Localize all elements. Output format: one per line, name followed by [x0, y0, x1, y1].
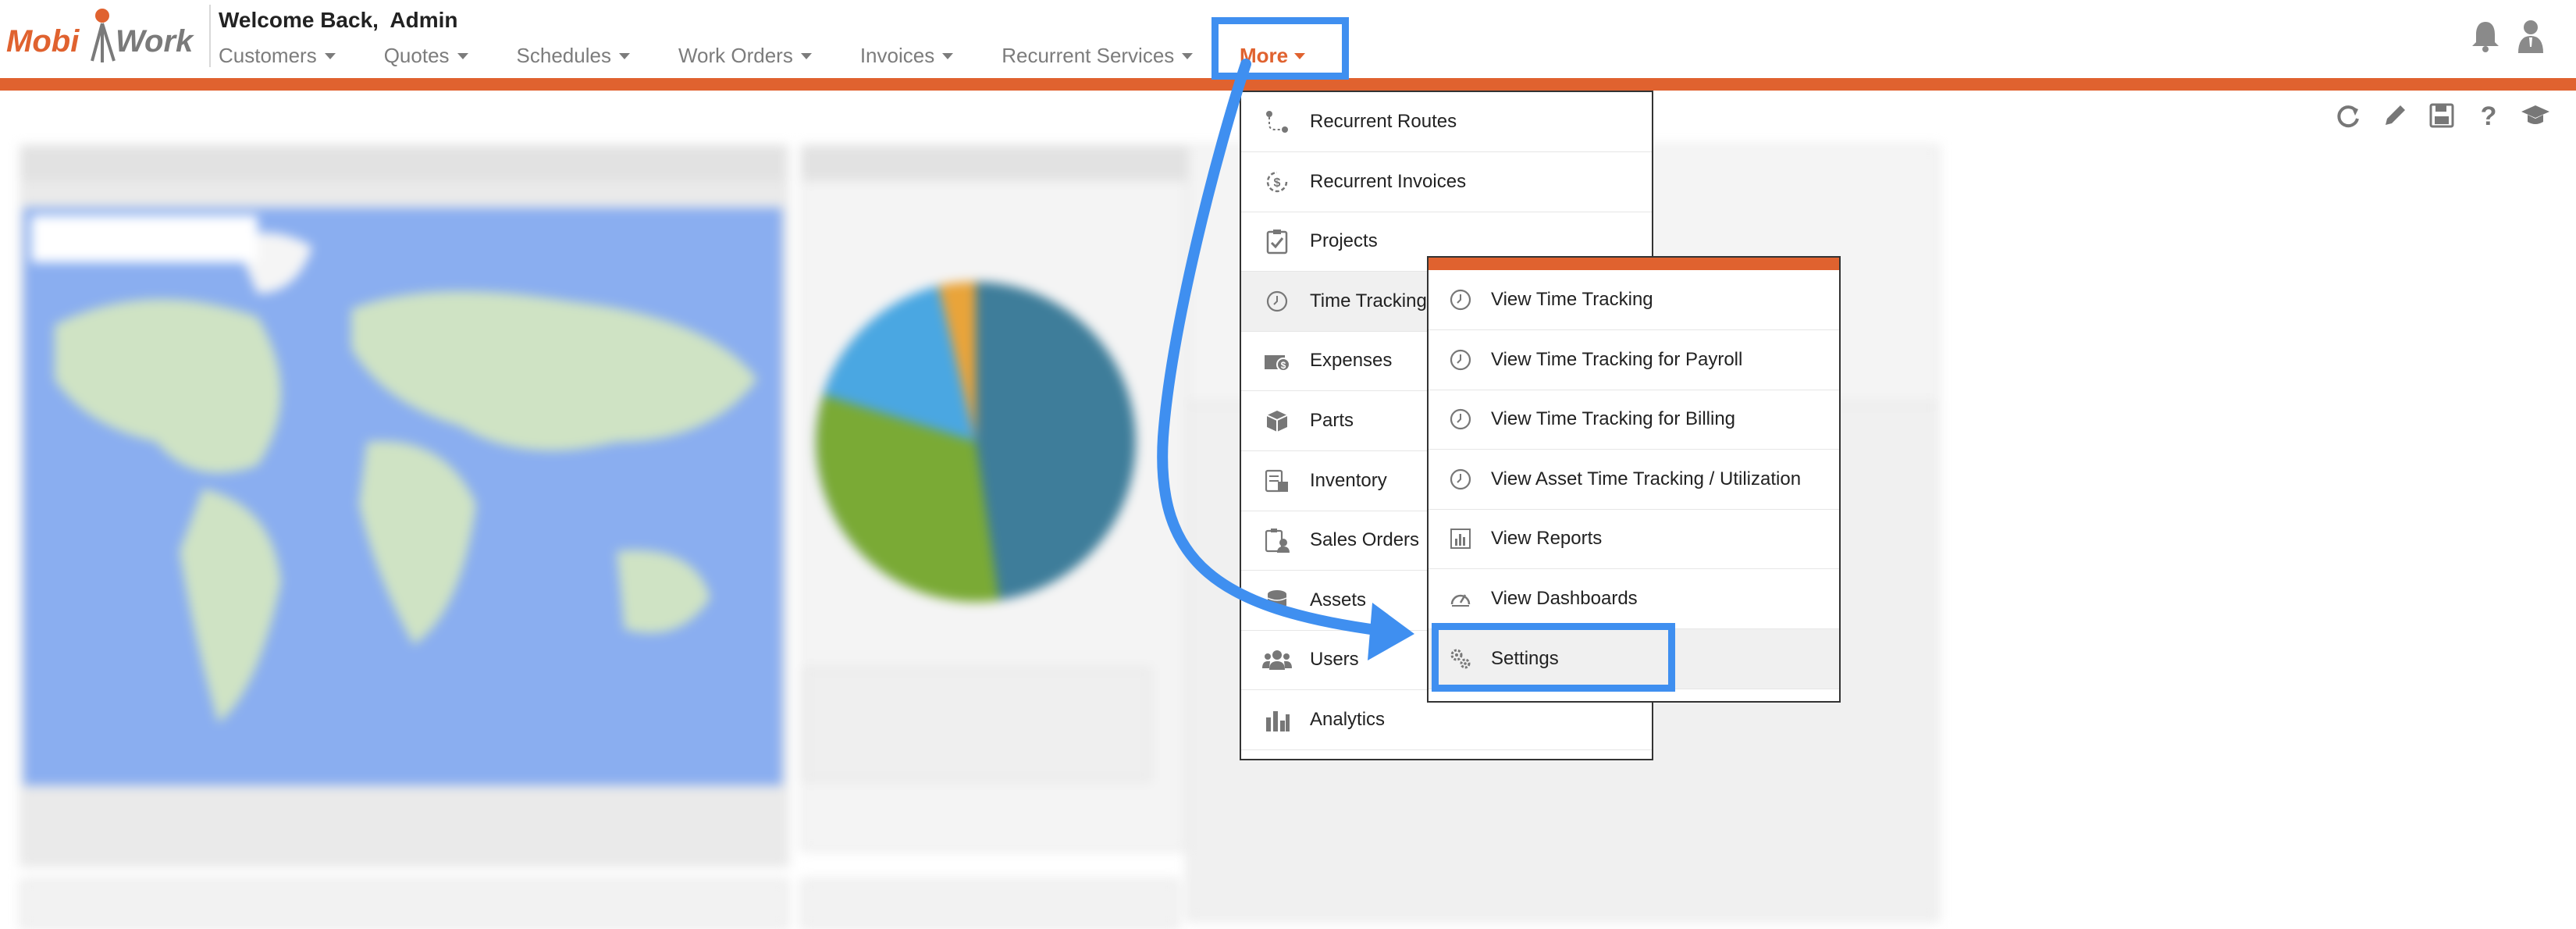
gauge-icon [1447, 586, 1474, 612]
submenu-item-view-time-tracking-for-billing[interactable]: View Time Tracking for Billing [1429, 390, 1839, 450]
menu-item-label: Sales Orders [1310, 529, 1420, 551]
bell-icon[interactable] [2467, 17, 2504, 55]
clock-icon [1447, 406, 1474, 432]
nav-quotes[interactable]: Quotes [384, 44, 468, 68]
nav-work-orders[interactable]: Work Orders [678, 44, 812, 68]
recurrent-dollar-icon: $ [1261, 166, 1293, 198]
main-nav: Customers Quotes Schedules Work Orders I… [219, 44, 1241, 68]
welcome-message: Welcome Back, Admin [219, 8, 458, 32]
menu-item-label: Projects [1310, 230, 1378, 252]
chevron-down-icon [324, 52, 336, 59]
menu-item-label: Parts [1310, 410, 1354, 431]
inventory-icon [1261, 465, 1293, 497]
logo-divider [209, 5, 211, 67]
submenu-item-label: View Dashboards [1491, 588, 1638, 609]
submenu-item-view-asset-time-tracking-utilization[interactable]: View Asset Time Tracking / Utilization [1429, 450, 1839, 510]
menu-item-label: Expenses [1310, 350, 1393, 372]
chevron-down-icon [942, 52, 954, 59]
chevron-down-icon [457, 52, 468, 59]
submenu-item-view-time-tracking-for-payroll[interactable]: View Time Tracking for Payroll [1429, 330, 1839, 390]
submenu-item-label: View Asset Time Tracking / Utilization [1491, 468, 1802, 489]
menu-item-recurrent-routes[interactable]: Recurrent Routes [1241, 92, 1652, 152]
submenu-item-label: View Time Tracking for Payroll [1491, 348, 1743, 370]
route-icon [1261, 106, 1293, 137]
submenu-item-view-time-tracking[interactable]: View Time Tracking [1429, 270, 1839, 330]
refresh-icon[interactable] [2332, 100, 2364, 131]
menu-item-label: Time Tracking [1310, 290, 1427, 311]
more-highlight-box [1212, 17, 1349, 80]
svg-text:Mobi: Mobi [6, 24, 80, 59]
submenu-item-view-dashboards[interactable]: View Dashboards [1429, 569, 1839, 629]
users-icon [1261, 644, 1293, 675]
nav-schedules[interactable]: Schedules [517, 44, 630, 68]
nav-recurrent-services-label: Recurrent Services [1002, 44, 1175, 67]
user-icon[interactable] [2512, 17, 2549, 55]
nav-work-orders-label: Work Orders [678, 44, 793, 67]
pencil-icon[interactable] [2379, 100, 2411, 131]
chevron-down-icon [800, 52, 812, 59]
nav-recurrent-services[interactable]: Recurrent Services [1002, 44, 1194, 68]
pie-chart [816, 281, 1136, 603]
coins-icon [1261, 585, 1293, 616]
money-icon: $ [1261, 345, 1293, 376]
nav-quotes-label: Quotes [383, 44, 450, 67]
submenu-item-label: View Time Tracking for Billing [1491, 408, 1736, 430]
menu-item-label: Analytics [1310, 709, 1386, 730]
svg-text:$: $ [1281, 360, 1286, 371]
header-accent-bar [0, 78, 2576, 91]
menu-item-recurrent-invoices[interactable]: $ Recurrent Invoices [1241, 152, 1652, 212]
graduation-cap-icon[interactable] [2520, 100, 2551, 131]
settings-highlight-box [1432, 623, 1675, 692]
menu-item-label: Users [1310, 649, 1359, 671]
menu-item-label: Assets [1310, 589, 1367, 610]
mobiwork-logo[interactable]: Mobi Work [6, 6, 201, 69]
clipboard-check-icon [1261, 226, 1293, 257]
map-panel-header [22, 147, 784, 181]
svg-text:Work: Work [116, 24, 194, 59]
clock-icon [1261, 286, 1293, 317]
bottom-left-panel [20, 879, 788, 929]
nav-schedules-label: Schedules [516, 44, 611, 67]
chevron-down-icon [1182, 52, 1194, 59]
save-icon[interactable] [2426, 100, 2457, 131]
svg-text:$: $ [1274, 176, 1281, 190]
bottom-middle-panel [801, 879, 1179, 929]
nav-invoices[interactable]: Invoices [859, 44, 954, 68]
nav-customers[interactable]: Customers [219, 44, 336, 68]
bar-chart-icon [1261, 704, 1293, 735]
submenu-accent-bar [1429, 258, 1839, 270]
submenu-item-label: View Reports [1491, 528, 1603, 550]
pie-panel-header [802, 147, 1190, 181]
nav-customers-label: Customers [219, 44, 317, 67]
nav-invoices-label: Invoices [859, 44, 935, 67]
legend-panel [804, 668, 1151, 781]
world-map [23, 208, 782, 785]
cube-icon [1261, 405, 1293, 436]
clock-icon [1447, 287, 1474, 313]
menu-item-label: Recurrent Routes [1310, 111, 1457, 132]
report-chart-icon [1447, 525, 1474, 552]
submenu-item-label: View Time Tracking [1491, 289, 1653, 310]
help-icon[interactable]: ? [2473, 100, 2504, 131]
clock-icon [1447, 347, 1474, 373]
clock-icon [1447, 466, 1474, 493]
submenu-item-view-reports[interactable]: View Reports [1429, 509, 1839, 570]
chevron-down-icon [618, 52, 630, 59]
menu-item-label: Recurrent Invoices [1310, 170, 1467, 192]
svg-text:?: ? [2481, 101, 2497, 131]
sales-orders-icon [1261, 525, 1293, 556]
menu-item-label: Inventory [1310, 469, 1387, 491]
